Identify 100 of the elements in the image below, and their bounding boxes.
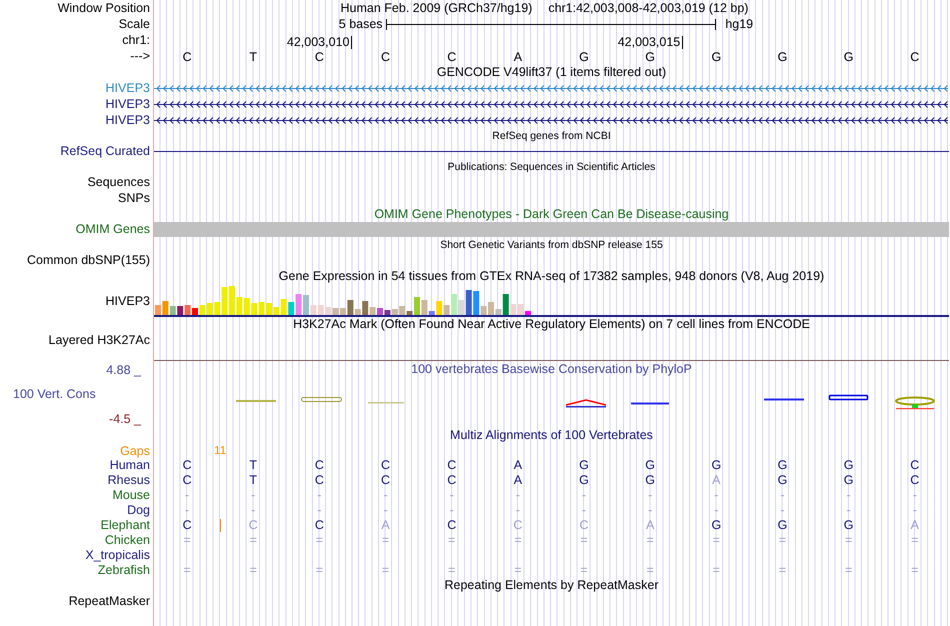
assembly-name: Human Feb. 2009 (GRCh37/hg19) xyxy=(340,1,532,15)
species-label: Human xyxy=(110,458,150,472)
aligned-base: - xyxy=(450,488,454,502)
base-letter: G xyxy=(579,50,589,64)
aligned-base: A xyxy=(910,518,919,532)
aligned-base: = xyxy=(448,563,456,577)
base-letter: G xyxy=(711,50,722,64)
aligned-base: A xyxy=(514,473,522,487)
aligned-base: - xyxy=(780,488,785,502)
species-label: Dog xyxy=(127,502,150,518)
gene-label: HIVEP3 xyxy=(106,96,150,112)
track-label: Sequences xyxy=(87,175,150,190)
aligned-base: - xyxy=(383,488,388,502)
aligned-base: = xyxy=(382,563,390,577)
aligned-base: = xyxy=(250,533,257,547)
ruler-tick-label: 42,003,015 xyxy=(618,36,684,48)
aligned-base: G xyxy=(844,458,854,472)
aligned-base: C xyxy=(314,473,324,487)
aligned-base: = xyxy=(316,563,324,577)
track-label: RepeatMasker xyxy=(68,594,150,609)
expression-bars-drawing[interactable] xyxy=(154,284,534,314)
track-label: 100 Vert. Cons xyxy=(12,386,97,402)
aligned-base: G xyxy=(645,458,656,472)
track-label: Layered H3K27Ac xyxy=(48,332,150,348)
aligned-base: C xyxy=(182,473,192,487)
aligned-base: - xyxy=(450,503,454,517)
aligned-base: - xyxy=(912,488,917,502)
aligned-base: C xyxy=(314,518,324,532)
aligned-base: = xyxy=(183,563,191,577)
track-title: Publications: Sequences in Scientific Articles xyxy=(448,160,656,174)
aligned-base: A xyxy=(381,518,390,532)
aligned-base: C xyxy=(182,458,192,472)
track-title: OMIM Gene Phenotypes - Dark Green Can Be Disease-causing xyxy=(374,206,729,222)
gap-count: 11 xyxy=(214,444,226,458)
track-label: chr1: xyxy=(122,33,150,48)
aligned-base: - xyxy=(714,503,718,517)
track-label: Window Position xyxy=(58,0,150,16)
species-label: Mouse xyxy=(112,488,150,502)
aligned-base: = xyxy=(448,533,456,547)
base-letter: T xyxy=(249,50,258,64)
aligned-base: = xyxy=(911,533,918,547)
aligned-base: G xyxy=(778,473,788,487)
aligned-base: G xyxy=(645,473,656,487)
gene-label: HIVEP3 xyxy=(106,80,150,96)
track-label: ---> xyxy=(130,49,150,64)
aligned-base: - xyxy=(317,503,322,517)
track-title: GENCODE V49lift37 (1 items filtered out) xyxy=(436,64,666,80)
aligned-base: - xyxy=(582,503,586,517)
aligned-base: - xyxy=(516,503,520,517)
aligned-base: - xyxy=(846,488,851,502)
base-letter: G xyxy=(645,50,656,64)
aligned-base: C xyxy=(447,518,456,532)
track-title: 100 vertebrates Basewise Conservation by PhyloP xyxy=(411,360,692,378)
aligned-base: - xyxy=(582,488,586,502)
base-letter: A xyxy=(514,50,522,64)
aligned-base: C xyxy=(447,473,456,487)
track-title: RefSeq genes from NCBI xyxy=(492,128,611,144)
track-label: SNPs xyxy=(118,190,150,206)
aligned-base: C xyxy=(447,458,456,472)
aligned-base: = xyxy=(316,533,324,547)
axis-min-label: -4.5 _ xyxy=(108,410,142,426)
aligned-base: A xyxy=(646,518,654,532)
track-label: Common dbSNP(155) xyxy=(27,253,150,268)
aligned-base: = xyxy=(580,563,588,577)
base-letter: G xyxy=(778,50,788,64)
base-letter: C xyxy=(447,50,456,64)
species-label: Rhesus xyxy=(108,472,150,488)
species-label: X_tropicalis xyxy=(85,548,150,562)
aligned-base: = xyxy=(844,563,852,577)
aligned-base: - xyxy=(714,488,718,502)
aligned-base: = xyxy=(580,533,588,547)
aligned-base: G xyxy=(711,518,722,532)
aligned-base: - xyxy=(184,488,190,502)
aligned-base: = xyxy=(514,533,522,547)
aligned-base: G xyxy=(711,458,722,472)
genomic-range: chr1:42,003,008-42,003,019 (12 bp) xyxy=(548,1,748,15)
aligned-base: = xyxy=(778,563,786,577)
aligned-base: A xyxy=(712,473,720,487)
aligned-base: G xyxy=(579,458,589,472)
aligned-base: - xyxy=(317,488,322,502)
aligned-base: C xyxy=(910,473,920,487)
track-label: Scale xyxy=(118,16,150,32)
track-title: Multiz Alignments of 100 Vertebrates xyxy=(450,428,653,443)
aligned-base: A xyxy=(514,458,522,472)
aligned-base: = xyxy=(712,533,720,547)
species-label: Chicken xyxy=(104,532,150,548)
base-letter: G xyxy=(844,50,854,64)
base-letter: C xyxy=(910,50,920,64)
scale-length: 5 bases xyxy=(338,17,384,31)
gene-label: HIVEP3 xyxy=(106,112,150,128)
aligned-base: = xyxy=(646,563,654,577)
aligned-base: = xyxy=(911,563,918,577)
aligned-base: = xyxy=(778,533,786,547)
aligned-base: T xyxy=(249,473,258,487)
species-label: Elephant xyxy=(100,518,150,532)
aligned-base: = xyxy=(712,563,720,577)
track-title: Short Genetic Variants from dbSNP release 155 xyxy=(440,238,663,252)
base-letter: C xyxy=(314,50,324,64)
aligned-base: - xyxy=(648,503,652,517)
aligned-base: G xyxy=(579,473,589,487)
